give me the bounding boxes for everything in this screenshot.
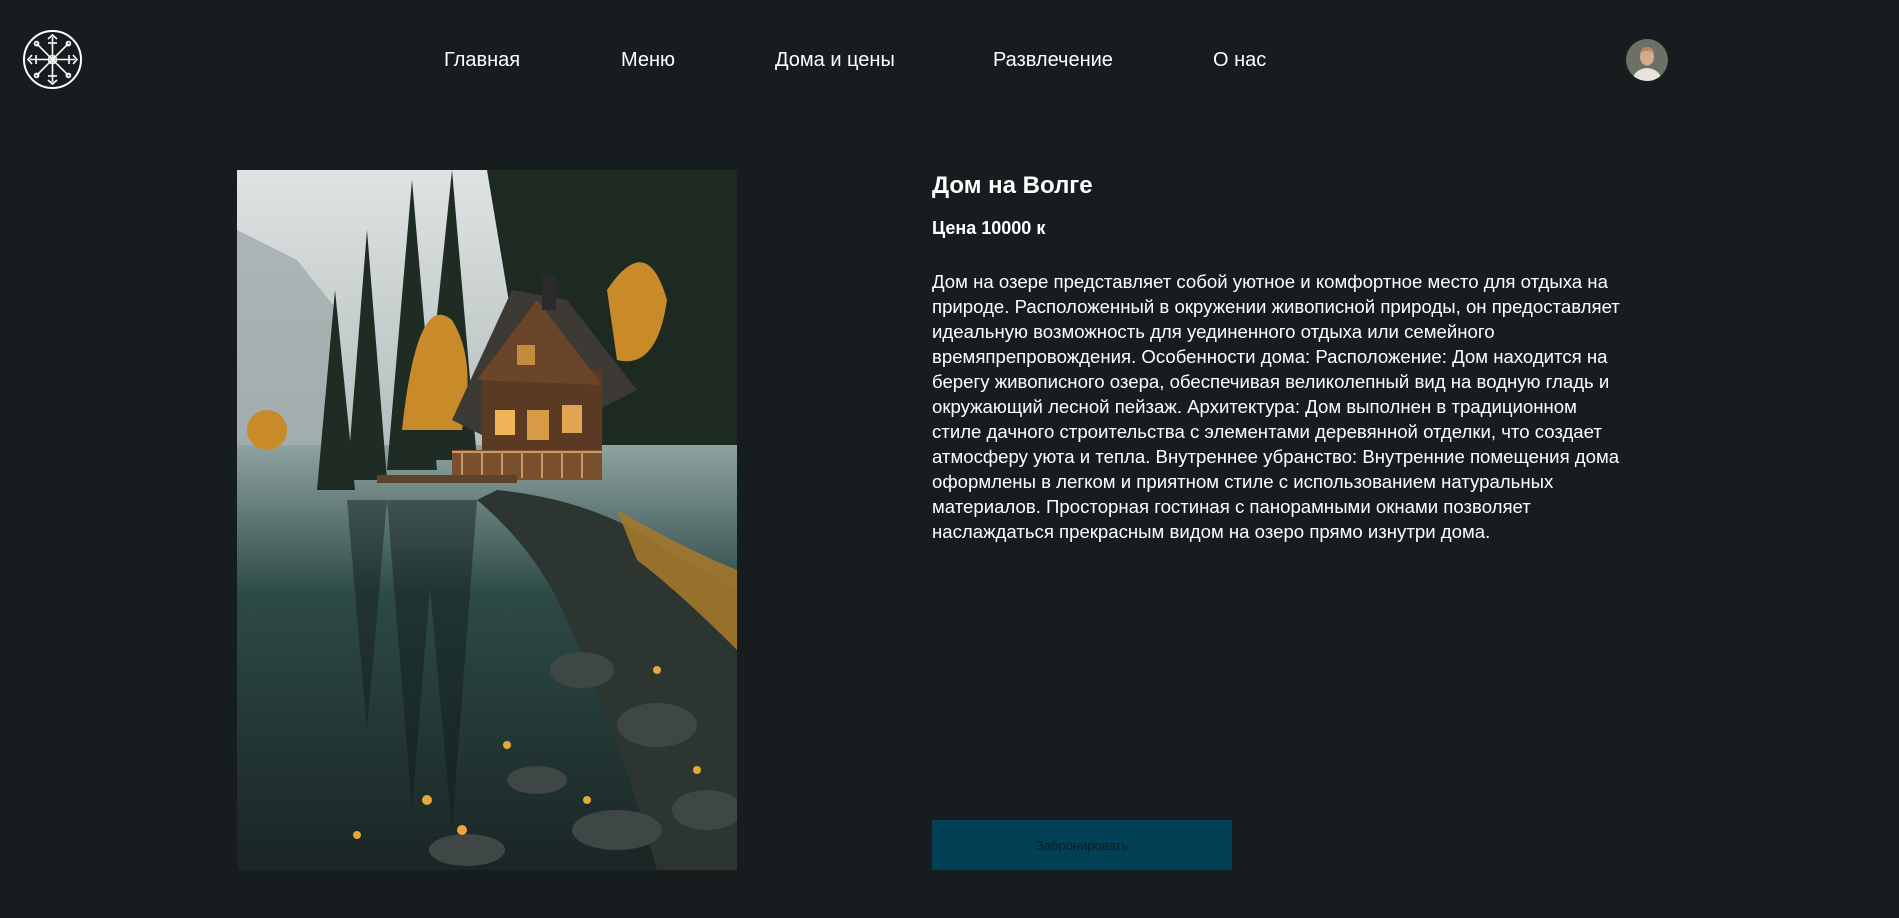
book-button[interactable]: Забронировать [932, 820, 1232, 870]
house-details: Дом на Волге Цена 10000 к Дом на озере п… [932, 170, 1632, 544]
house-description: Дом на озере представляет собой уютное и… [932, 271, 1620, 542]
house-title: Дом на Волге [932, 172, 1093, 199]
avatar[interactable] [1626, 39, 1668, 81]
house-photo [237, 170, 737, 870]
nav-link-menu[interactable]: Меню [621, 47, 675, 73]
nav-link-houses-prices[interactable]: Дома и цены [775, 47, 895, 73]
nav-link-home[interactable]: Главная [444, 47, 520, 73]
main-nav: Главная Меню Дома и цены Развлечение О н… [0, 47, 1899, 77]
nav-link-about[interactable]: О нас [1213, 47, 1266, 73]
nav-link-entertainment[interactable]: Развлечение [993, 47, 1113, 73]
house-price: Цена 10000 к [932, 218, 1046, 238]
